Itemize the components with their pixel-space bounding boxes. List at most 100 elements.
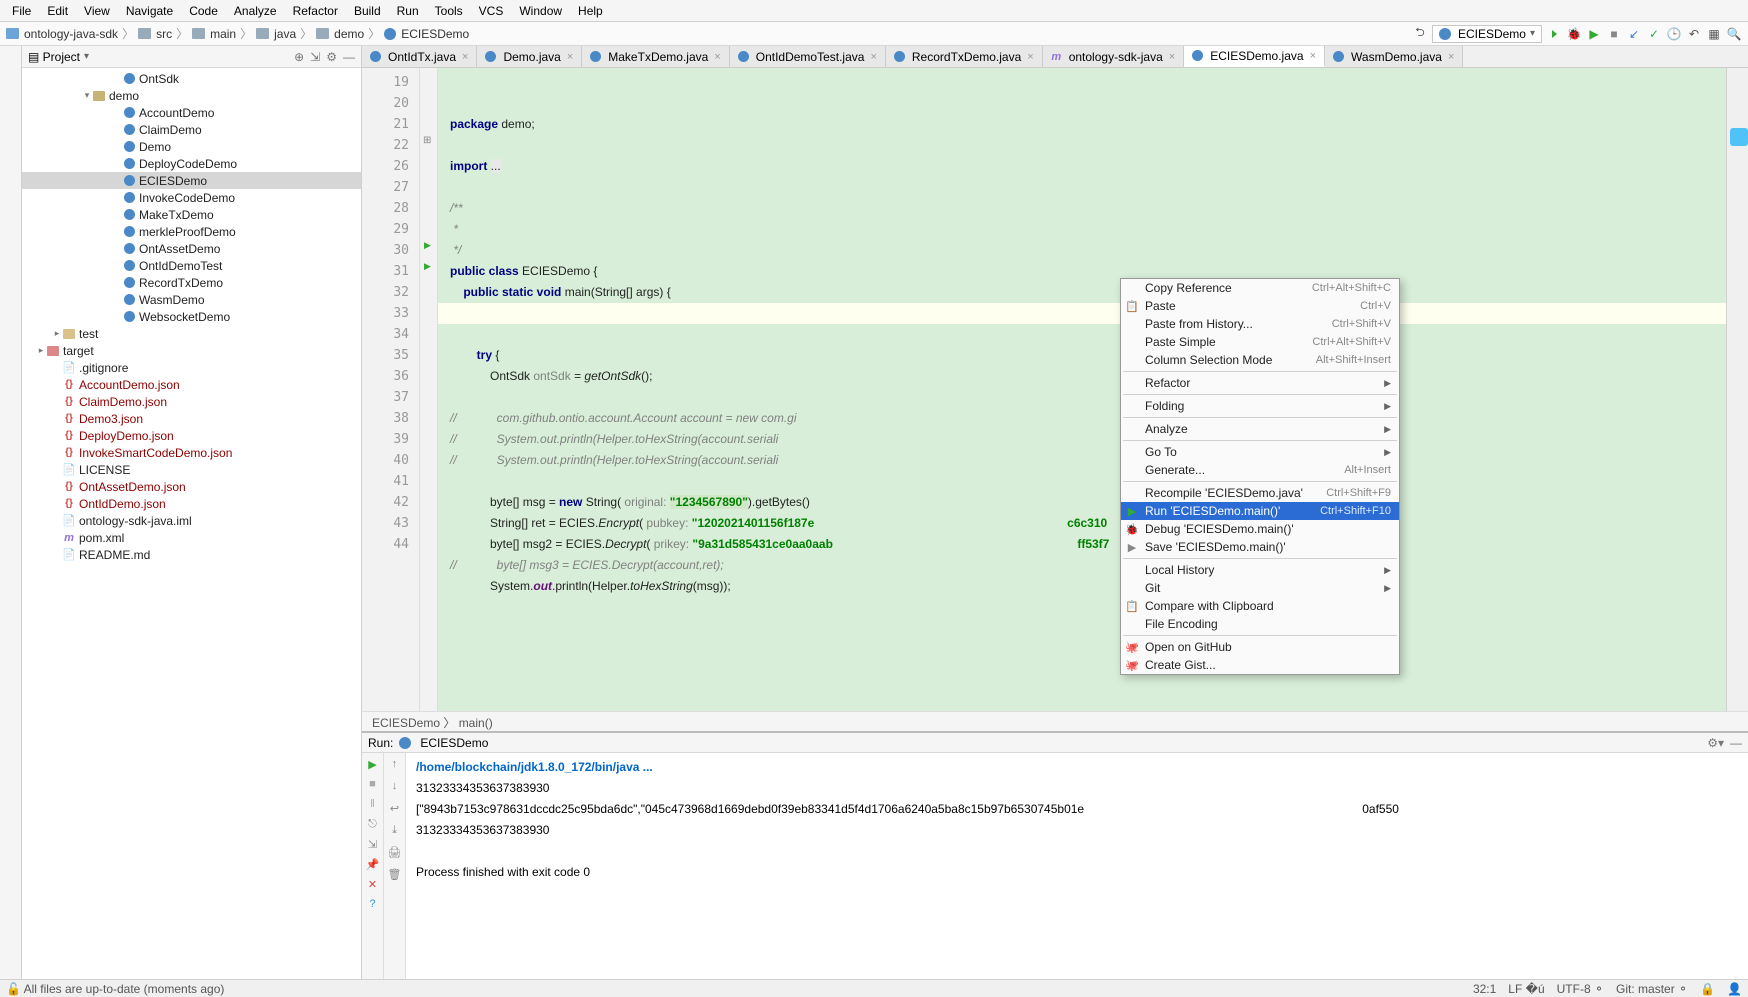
close-tab-icon[interactable]: × [1448,51,1454,63]
editor-tab[interactable]: Demo.java× [477,46,582,67]
exit-icon[interactable]: ⎋ [366,817,380,831]
gear-icon[interactable]: ⚙ [326,50,337,64]
code-editor[interactable]: package demo; import ... /** * */ public… [438,68,1726,711]
menu-navigate[interactable]: Navigate [118,2,181,20]
context-menu-item[interactable]: 🐙Create Gist... [1121,656,1399,674]
breadcrumb[interactable]: ontology-java-sdk〉 [6,25,136,42]
context-menu-item[interactable]: 📋Compare with Clipboard [1121,597,1399,615]
gear-icon[interactable]: ⚙▾ [1707,736,1724,750]
tree-node[interactable]: InvokeCodeDemo [22,189,361,206]
menu-build[interactable]: Build [346,2,389,20]
context-menu-item[interactable]: Git▶ [1121,579,1399,597]
back-icon[interactable]: ⮌ [1412,26,1428,42]
tree-node[interactable]: {}DeployDemo.json [22,427,361,444]
menu-help[interactable]: Help [570,2,611,20]
tree-node[interactable]: ClaimDemo [22,121,361,138]
tree-node[interactable]: {}InvokeSmartCodeDemo.json [22,444,361,461]
code-breadcrumb[interactable]: ECIESDemo 〉 main() [362,711,1748,731]
error-stripe[interactable] [1726,68,1748,711]
breadcrumb[interactable]: ECIESDemo [384,27,469,41]
structure-icon[interactable]: ▦ [1706,26,1722,42]
tree-node[interactable]: OntSdk [22,70,361,87]
menu-tools[interactable]: Tools [427,2,471,20]
editor-tab[interactable]: MakeTxDemo.java× [582,46,729,67]
tree-node[interactable]: ECIESDemo [22,172,361,189]
tree-node[interactable]: 📄LICENSE [22,461,361,478]
tree-node[interactable]: {}OntIdDemo.json [22,495,361,512]
soft-wrap-icon[interactable]: ↩ [388,801,402,815]
console-output[interactable]: /home/blockchain/jdk1.8.0_172/bin/java .… [406,753,1748,979]
context-menu-item[interactable]: Paste from History...Ctrl+Shift+V [1121,315,1399,333]
help-icon[interactable]: ? [366,897,380,911]
hide-icon[interactable]: — [343,50,355,64]
tree-node[interactable]: merkleProofDemo [22,223,361,240]
read-only-icon[interactable]: 🔒 [1700,982,1715,996]
tree-node[interactable]: OntIdDemoTest [22,257,361,274]
breadcrumb[interactable]: java〉 [256,25,314,42]
vcs-status-icon[interactable]: 🔓 [6,982,24,996]
run-gutter-icon[interactable]: ▶ [424,261,431,272]
menu-view[interactable]: View [76,2,118,20]
context-menu-item[interactable]: Generate...Alt+Insert [1121,461,1399,479]
run-button[interactable] [1546,26,1562,42]
tree-node[interactable]: OntAssetDemo [22,240,361,257]
context-menu-item[interactable]: ▶Run 'ECIESDemo.main()'Ctrl+Shift+F10 [1121,502,1399,520]
tree-node[interactable]: ▸target [22,342,361,359]
search-icon[interactable]: 🔍 [1726,26,1742,42]
context-menu-item[interactable]: 🐞Debug 'ECIESDemo.main()' [1121,520,1399,538]
rerun-icon[interactable]: ▶ [366,757,380,771]
run-config-dropdown[interactable]: ECIESDemo▾ [1432,25,1542,43]
tree-node[interactable]: 📄ontology-sdk-java.iml [22,512,361,529]
context-menu-item[interactable]: Paste SimpleCtrl+Alt+Shift+V [1121,333,1399,351]
breadcrumb[interactable]: src〉 [138,25,190,42]
tree-node[interactable]: 📄README.md [22,546,361,563]
project-tab[interactable]: ▤ Project [28,50,80,64]
scroll-from-source-icon[interactable]: ⊕ [294,50,304,64]
menu-file[interactable]: File [4,2,39,20]
vcs-commit-icon[interactable]: ✓ [1646,26,1662,42]
context-menu-item[interactable]: File Encoding [1121,615,1399,633]
context-menu-item[interactable]: Copy ReferenceCtrl+Alt+Shift+C [1121,279,1399,297]
print-icon[interactable]: 🖨 [388,845,402,859]
editor-tab[interactable]: WasmDemo.java× [1325,46,1463,67]
menu-refactor[interactable]: Refactor [285,2,346,20]
menu-code[interactable]: Code [181,2,226,20]
menu-edit[interactable]: Edit [39,2,76,20]
tree-node[interactable]: Demo [22,138,361,155]
menu-vcs[interactable]: VCS [471,2,512,20]
context-menu-item[interactable]: Folding▶ [1121,397,1399,415]
tree-node[interactable]: WebsocketDemo [22,308,361,325]
close-tab-icon[interactable]: × [1169,51,1175,63]
file-encoding[interactable]: UTF-8 ⚬ [1557,982,1604,996]
tree-node[interactable]: DeployCodeDemo [22,155,361,172]
context-menu-item[interactable]: Refactor▶ [1121,374,1399,392]
tree-node[interactable]: MakeTxDemo [22,206,361,223]
line-separator[interactable]: LF �ú [1508,982,1544,996]
context-menu-item[interactable]: ▶Save 'ECIESDemo.main()' [1121,538,1399,556]
tree-node[interactable]: {}AccountDemo.json [22,376,361,393]
context-menu-item[interactable]: Recompile 'ECIESDemo.java'Ctrl+Shift+F9 [1121,484,1399,502]
close-tab-icon[interactable]: × [870,51,876,63]
context-menu-item[interactable]: Column Selection ModeAlt+Shift+Insert [1121,351,1399,369]
stop-icon[interactable]: ■ [366,777,380,791]
close-tab-icon[interactable]: × [1310,50,1316,62]
pause-icon[interactable]: ‖ [366,797,380,811]
context-menu-item[interactable]: Analyze▶ [1121,420,1399,438]
tree-node[interactable]: ▾demo [22,87,361,104]
remote-access-icon[interactable] [1730,128,1748,146]
tree-node[interactable]: {}ClaimDemo.json [22,393,361,410]
context-menu-item[interactable]: 📋PasteCtrl+V [1121,297,1399,315]
tree-node[interactable]: RecordTxDemo [22,274,361,291]
git-branch[interactable]: Git: master ⚬ [1616,982,1688,996]
scroll-end-icon[interactable]: ⤓ [388,823,402,837]
vcs-revert-icon[interactable]: ↶ [1686,26,1702,42]
tree-node[interactable]: {}Demo3.json [22,410,361,427]
context-menu-item[interactable]: Local History▶ [1121,561,1399,579]
context-menu-item[interactable]: 🐙Open on GitHub [1121,638,1399,656]
down-icon[interactable]: ↓ [388,779,402,793]
close-tab-icon[interactable]: × [567,51,573,63]
editor-tab[interactable]: OntIdDemoTest.java× [730,46,886,67]
tree-node[interactable]: mpom.xml [22,529,361,546]
caret-position[interactable]: 32:1 [1473,982,1496,996]
editor-tab[interactable]: RecordTxDemo.java× [886,46,1043,67]
